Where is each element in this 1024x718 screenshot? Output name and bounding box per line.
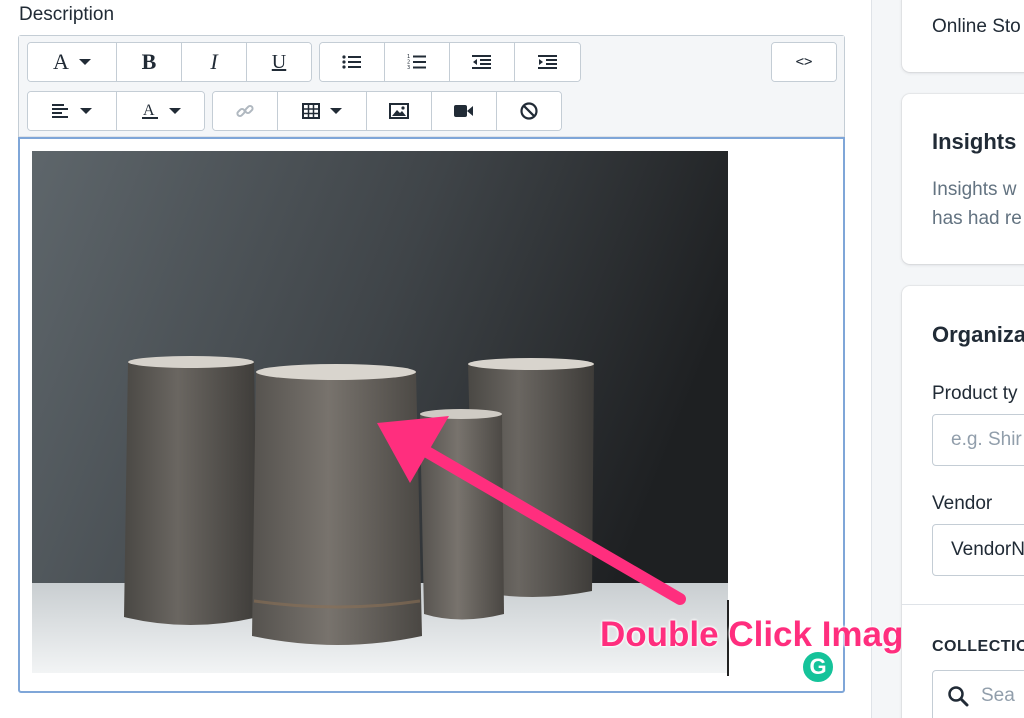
- align-color-group: A: [27, 91, 205, 131]
- underline-button[interactable]: U: [247, 43, 311, 81]
- insights-text-line2: has had re: [932, 208, 1022, 229]
- online-store-card: Online Sto: [902, 0, 1024, 72]
- ceramic-jugs-photo: [32, 151, 728, 673]
- insights-title: Insights: [932, 129, 1017, 154]
- indent-icon: [537, 55, 557, 69]
- outdent-icon: [472, 55, 491, 69]
- clear-format-icon: [520, 102, 538, 120]
- underline-icon: U: [271, 51, 287, 73]
- indent-button[interactable]: [515, 43, 580, 81]
- insert-group: [212, 91, 562, 131]
- list-group: 1 2 3: [319, 42, 581, 82]
- insights-card: Insights Insights w has had re: [902, 94, 1024, 264]
- collections-search-input[interactable]: Sea: [932, 670, 1024, 718]
- svg-text:A: A: [143, 102, 155, 119]
- search-icon: [948, 686, 969, 707]
- outdent-button[interactable]: [450, 43, 515, 81]
- vendor-input[interactable]: VendorN: [932, 524, 1024, 576]
- align-dropdown[interactable]: [28, 92, 117, 130]
- chevron-down-icon: [80, 108, 92, 114]
- text-color-icon: A: [141, 102, 158, 119]
- video-icon: [454, 105, 473, 117]
- code-view-button[interactable]: <>: [772, 43, 836, 81]
- collections-search-placeholder: Sea: [981, 685, 1015, 706]
- description-label: Description: [19, 4, 115, 25]
- link-icon: [236, 104, 254, 118]
- product-image[interactable]: [32, 151, 728, 673]
- vendor-label: Vendor: [932, 493, 993, 514]
- font-format-dropdown[interactable]: A: [28, 43, 117, 81]
- align-left-icon: [52, 104, 68, 118]
- section-divider: [902, 604, 1024, 605]
- numbered-list-icon: 1 2 3: [407, 54, 426, 71]
- product-editor-page: Description A B I U 1 2 3 <> A Double Cl…: [0, 0, 1024, 718]
- chevron-down-icon: [78, 59, 91, 65]
- image-icon: [389, 103, 409, 119]
- table-dropdown[interactable]: [278, 92, 367, 130]
- italic-button[interactable]: I: [182, 43, 247, 81]
- clear-formatting-button[interactable]: [497, 92, 561, 130]
- code-view-group: <>: [771, 42, 837, 82]
- chevron-down-icon: [330, 108, 342, 114]
- product-type-label: Product ty: [932, 383, 1018, 404]
- text-color-dropdown[interactable]: A: [117, 92, 204, 130]
- product-type-input[interactable]: e.g. Shir: [932, 414, 1024, 466]
- organization-card: Organiza Product ty e.g. Shir Vendor Ven…: [902, 286, 1024, 718]
- numbered-list-button[interactable]: 1 2 3: [385, 43, 450, 81]
- code-icon: <>: [795, 54, 813, 70]
- online-store-label: Online Sto: [932, 16, 1021, 37]
- link-button[interactable]: [213, 92, 278, 130]
- font-icon: A: [53, 49, 69, 74]
- bullet-list-icon: [342, 55, 361, 69]
- table-icon: [302, 103, 320, 119]
- editor-toolbar: A B I U 1 2 3 <> A: [19, 36, 844, 137]
- product-main-card: Description A B I U 1 2 3 <> A Double Cl…: [0, 0, 923, 718]
- annotation-label: Double Click Image: [600, 615, 923, 654]
- insert-video-button[interactable]: [432, 92, 497, 130]
- insights-text-line1: Insights w: [932, 179, 1017, 200]
- chevron-down-icon: [168, 108, 181, 114]
- insert-image-button[interactable]: [367, 92, 432, 130]
- bold-icon: B: [141, 49, 157, 74]
- bold-button[interactable]: B: [117, 43, 182, 81]
- italic-icon: I: [210, 49, 218, 74]
- svg-text:3: 3: [407, 65, 410, 71]
- collections-label: COLLECTIO: [932, 638, 1024, 655]
- grammarly-icon[interactable]: G: [801, 650, 835, 684]
- organization-title: Organiza: [932, 322, 1024, 347]
- text-format-group: A B I U: [27, 42, 312, 82]
- bullet-list-button[interactable]: [320, 43, 385, 81]
